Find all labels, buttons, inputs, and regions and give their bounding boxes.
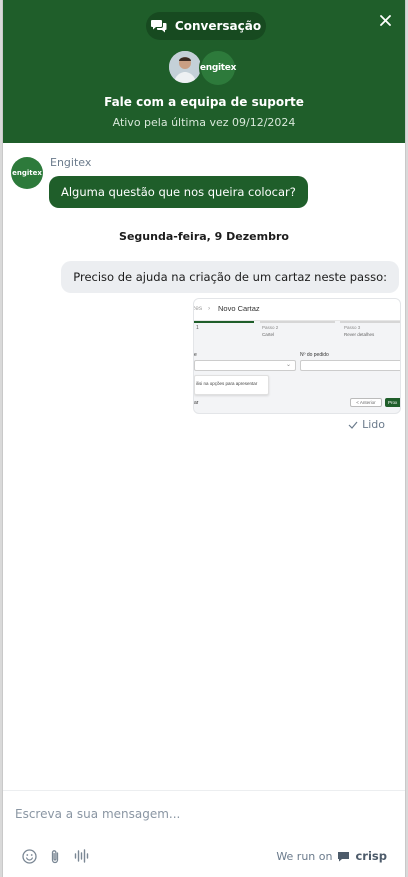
message-input[interactable] — [15, 805, 385, 823]
emoji-icon — [21, 848, 37, 864]
mock-suggestion: ilisi na opções para apresentar — [196, 381, 258, 386]
brand-name: crisp — [355, 849, 387, 863]
brand-prefix: We run on — [276, 849, 333, 863]
date-separator: Segunda-feira, 9 Dezembro — [119, 230, 289, 243]
attach-button[interactable] — [47, 848, 63, 864]
chat-header: Conversação engitex Fale com a equipa de… — [3, 0, 405, 143]
tab-conversation-label: Conversação — [174, 19, 262, 33]
mock-field-label-right: Nº do pedido — [300, 352, 329, 358]
paperclip-icon — [51, 849, 59, 863]
operator-message-bubble: Alguma questão que nos queira colocar? — [49, 176, 308, 208]
mock-field-label-left: e — [194, 352, 197, 358]
operator-avatar: engitex — [11, 157, 43, 189]
engitex-logo-text: engitex — [199, 63, 237, 73]
last-active-status: Ativo pela última vez 09/12/2024 — [112, 116, 296, 129]
attachment-image[interactable]: zes › Novo Cartaz 1 Passo 2 Cartel Passo… — [193, 298, 401, 414]
agent-avatar — [167, 49, 203, 85]
powered-by-crisp[interactable]: We run on crisp — [276, 849, 387, 863]
mock-back-button: < Anterior — [350, 398, 382, 407]
mock-step1: 1 — [196, 325, 199, 331]
mock-breadcrumb-prev: zes — [193, 305, 203, 312]
close-button[interactable] — [377, 12, 393, 28]
operator-avatar-text: engitex — [12, 169, 42, 177]
composer-tools — [21, 848, 89, 864]
user-message-text: Preciso de ajuda na criação de um cartaz… — [73, 270, 387, 284]
tab-conversation[interactable]: Conversação — [146, 12, 266, 40]
team-avatars: engitex — [167, 49, 239, 87]
chat-bubbles-icon — [150, 20, 167, 33]
mock-footer-left: ar — [194, 400, 199, 406]
mock-next-button: Prox — [385, 398, 400, 407]
engitex-logo-avatar: engitex — [199, 49, 237, 87]
emoji-button[interactable] — [21, 848, 37, 864]
audio-button[interactable] — [73, 848, 89, 864]
operator-message-text: Alguma questão que nos queira colocar? — [61, 185, 296, 199]
mock-step2-label: Cartel — [262, 332, 275, 337]
crisp-logo-icon — [338, 851, 350, 861]
check-icon — [348, 421, 358, 429]
mock-step3-label: Rever detalhes — [344, 332, 375, 337]
read-status-text: Lido — [362, 418, 385, 431]
chat-widget: Conversação engitex Fale com a equipa de… — [2, 0, 406, 877]
close-icon — [379, 14, 391, 26]
header-title: Fale com a equipa de suporte — [104, 95, 304, 109]
composer: We run on crisp — [3, 790, 405, 877]
read-status: Lido — [348, 418, 385, 431]
user-message-bubble: Preciso de ajuda na criação de um cartaz… — [61, 261, 399, 293]
audio-wave-icon — [74, 849, 88, 863]
mock-breadcrumb-current: Novo Cartaz — [218, 304, 260, 313]
operator-name: Engitex — [50, 156, 92, 169]
mock-step3-title: Passo 3 — [344, 325, 361, 330]
mock-step2-title: Passo 2 — [262, 325, 279, 330]
